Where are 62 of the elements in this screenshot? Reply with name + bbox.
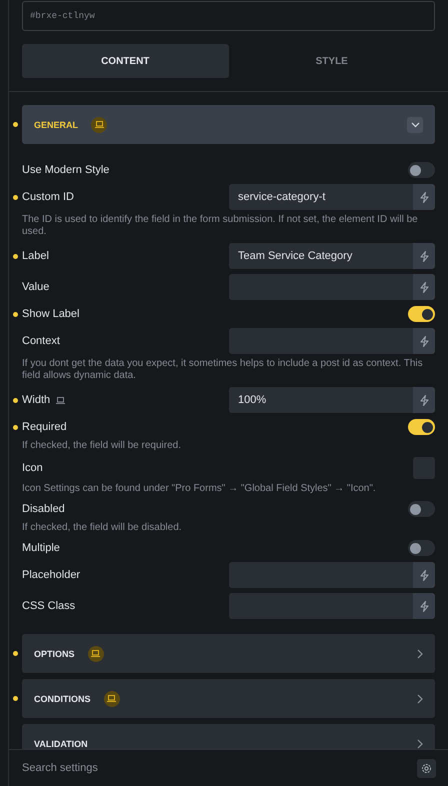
toggle-switch[interactable]	[408, 419, 435, 435]
settings-button[interactable]	[417, 758, 436, 778]
section-header[interactable]: CONDITIONS	[22, 679, 435, 718]
text-field[interactable]: 100%	[229, 387, 413, 413]
tab[interactable]: CONTENT	[22, 44, 228, 78]
dynamic-data-button[interactable]	[413, 184, 435, 210]
search-field[interactable]: Search settings	[22, 762, 417, 774]
chevron-right-icon	[417, 738, 423, 748]
toggle-switch[interactable]	[408, 540, 435, 556]
lightning-icon	[420, 250, 428, 262]
section-title: GENERAL	[34, 120, 78, 130]
section-header[interactable]: VALIDATION	[22, 724, 435, 749]
dynamic-data-button[interactable]	[413, 243, 435, 269]
dynamic-data-button[interactable]	[413, 593, 435, 619]
text-field[interactable]	[229, 274, 413, 300]
toggle-switch[interactable]	[408, 501, 435, 517]
text-field[interactable]	[229, 593, 413, 619]
toggle-switch[interactable]	[408, 162, 435, 178]
dynamic-data-button[interactable]	[413, 562, 435, 588]
text-field[interactable]: Team Service Category	[229, 243, 413, 269]
help-text: Icon Settings can be found under "Pro Forms" → "Global Field Styles" → "Icon".	[22, 483, 376, 495]
help-text: If checked, the field will be required.	[22, 440, 181, 452]
id-input-field[interactable]: #brxe-ctlnyw	[22, 1, 435, 31]
setting-label: Context	[22, 335, 60, 347]
setting-label: Show Label	[22, 308, 80, 320]
lightning-icon	[420, 600, 428, 612]
setting-label: Width	[22, 394, 50, 406]
chevron-right-icon	[417, 694, 423, 704]
text-field[interactable]	[229, 562, 413, 588]
lightning-icon	[420, 282, 428, 292]
dynamic-data-button[interactable]	[413, 328, 435, 354]
gear-icon	[421, 762, 432, 774]
setting-label: Use Modern Style	[22, 164, 110, 176]
tab[interactable]: STYLE	[228, 44, 435, 78]
lightning-icon	[420, 570, 428, 580]
lightning-icon	[420, 394, 428, 406]
lightning-icon	[420, 336, 428, 346]
help-text: If you dont get the data you expect, it sometimes helps to include a post id as context. This field allows dynamic data.	[22, 358, 424, 382]
chevron-right-icon	[417, 648, 423, 658]
setting-label: Disabled	[22, 503, 65, 515]
setting-label: Placeholder	[22, 569, 80, 581]
text-field[interactable]	[229, 328, 413, 354]
help-text: If checked, the field will be disabled.	[22, 522, 182, 534]
section-header[interactable]: OPTIONS	[22, 634, 435, 673]
setting-label: Required	[22, 421, 67, 433]
setting-label: Multiple	[22, 542, 60, 554]
dynamic-data-button[interactable]	[413, 274, 435, 300]
setting-label: Custom ID	[22, 191, 74, 203]
section-title: CONDITIONS	[34, 694, 91, 704]
chevron-down-icon	[407, 116, 423, 132]
text-field[interactable]: service-category-t	[229, 184, 413, 210]
setting-label: Value	[22, 281, 50, 293]
section-header[interactable]: GENERAL	[22, 105, 435, 144]
toggle-switch[interactable]	[408, 306, 435, 322]
help-text: The ID is used to identify the field in the form submission. If not set, the element ID will be used.	[22, 214, 419, 238]
setting-label: CSS Class	[22, 600, 76, 612]
setting-label: Icon	[22, 462, 43, 474]
section-title: OPTIONS	[34, 648, 75, 658]
dynamic-data-button[interactable]	[413, 387, 435, 413]
section-title: VALIDATION	[34, 738, 88, 748]
setting-label: Label	[22, 250, 49, 262]
lightning-icon	[420, 192, 428, 202]
